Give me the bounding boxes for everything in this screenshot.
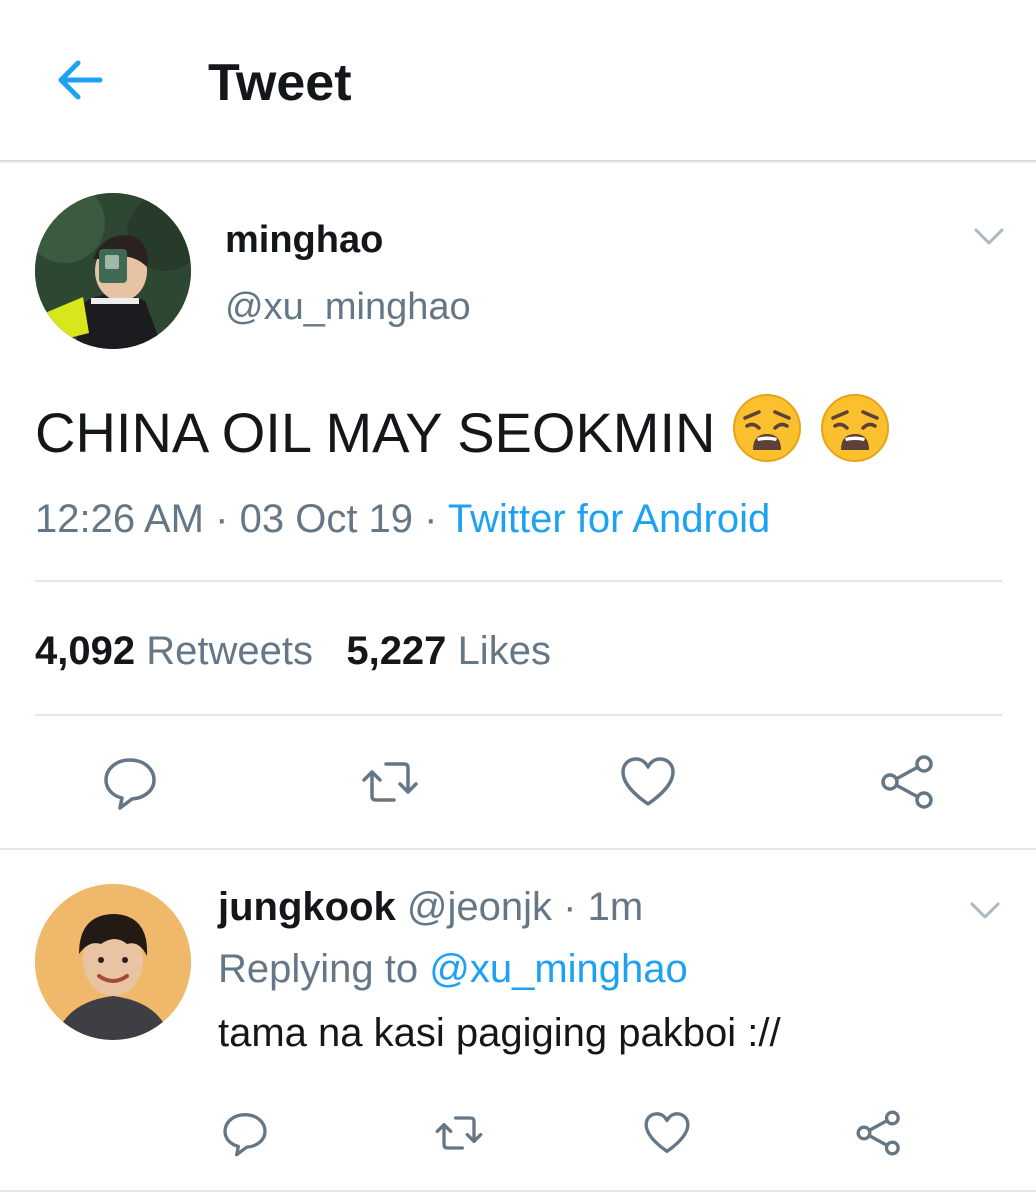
reply-icon[interactable] [100,752,160,812]
replying-to-label: Replying to [218,947,419,991]
weary-face-emoji-icon [733,394,802,462]
likes-stat[interactable]: 5,227 Likes [346,629,551,673]
meta-separator: · [215,497,229,541]
retweet-label: Retweets [146,629,313,673]
retweet-icon[interactable] [360,752,420,812]
meta-separator: · [424,497,438,541]
reply-header: jungkook @jeonjk · 1m [218,882,643,932]
share-icon[interactable] [854,1108,904,1158]
page-title: Tweet [208,54,352,112]
replying-to-line: Replying to @xu_minghao [218,944,688,994]
back-arrow-icon[interactable] [52,52,108,108]
like-label: Likes [457,629,551,673]
reply-icon[interactable] [220,1108,270,1158]
tweet-body: CHINA OIL MAY SEOKMIN [35,392,891,469]
tweet-text: CHINA OIL MAY SEOKMIN [35,401,716,464]
like-count: 5,227 [346,629,447,673]
reply-text: tama na kasi pagiging pakboi :// [218,1011,781,1055]
tweet-source-link[interactable]: Twitter for Android [448,497,770,541]
section-divider [0,848,1036,850]
profile-photo-icon [35,193,191,349]
tweet-date: 03 Oct 19 [239,497,414,541]
profile-photo-icon [35,884,191,1040]
chevron-down-icon[interactable] [972,222,1006,252]
weary-face-emoji-icon [820,394,889,462]
replying-to-mention[interactable]: @xu_minghao [429,947,688,991]
top-app-bar [0,0,1036,162]
author-display-name[interactable]: minghao [225,218,383,262]
author-handle[interactable]: @xu_minghao [225,284,471,330]
tweet-meta: 12:26 AM · 03 Oct 19 · Twitter for Andro… [35,494,770,544]
chevron-down-icon[interactable] [968,896,1002,926]
like-icon[interactable] [618,752,678,812]
share-icon[interactable] [878,752,938,812]
header-divider [0,160,1036,164]
retweets-stat[interactable]: 4,092 Retweets [35,629,313,673]
retweet-icon[interactable] [434,1108,484,1158]
tweet-time: 12:26 AM [35,497,205,541]
avatar[interactable] [35,193,191,349]
like-icon[interactable] [642,1108,692,1158]
tweet-stats: 4,092 Retweets 5,227 Likes [35,626,551,676]
divider [35,714,1002,716]
reply-author-display-name[interactable]: jungkook [218,885,396,929]
meta-separator: · [563,885,577,929]
divider [0,1190,1036,1192]
reply-age: 1m [587,885,644,929]
reply-author-handle[interactable]: @jeonjk [407,885,552,929]
retweet-count: 4,092 [35,629,136,673]
avatar[interactable] [35,884,191,1040]
divider [35,580,1002,582]
